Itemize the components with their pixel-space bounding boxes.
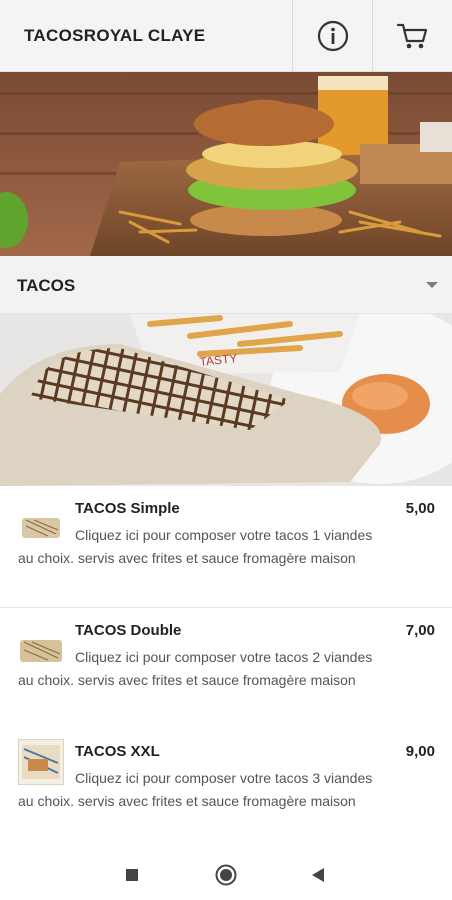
circle-icon (215, 864, 237, 886)
cart-button[interactable] (372, 0, 452, 72)
app-header: TACOSROYAL CLAYE (0, 0, 452, 72)
list-item[interactable]: TACOS Double 7,00 Cliquez ici pour compo… (0, 608, 452, 730)
recents-button[interactable] (120, 863, 144, 887)
list-item[interactable]: TACOS XXL 9,00 Cliquez ici pour composer… (0, 729, 452, 851)
item-description: Cliquez ici pour composer votre tacos 1 … (18, 527, 373, 566)
item-price: 9,00 (405, 743, 435, 760)
burger-hero-image (0, 72, 452, 256)
category-label: TACOS (17, 276, 76, 295)
triangle-back-icon (312, 868, 324, 882)
tacos-category-image: TASTY (0, 314, 452, 486)
item-description: Cliquez ici pour composer votre tacos 2 … (18, 649, 373, 688)
chevron-down-icon (426, 282, 438, 288)
item-price: 5,00 (405, 500, 435, 517)
item-name: TACOS Simple (75, 500, 180, 517)
square-icon (126, 869, 138, 881)
list-item[interactable]: TACOS Simple 5,00 Cliquez ici pour compo… (0, 486, 452, 608)
back-button[interactable] (306, 863, 330, 887)
info-icon (317, 20, 348, 52)
item-description: Cliquez ici pour composer votre tacos 3 … (18, 770, 373, 809)
item-price: 7,00 (405, 622, 435, 639)
info-button[interactable] (292, 0, 372, 72)
restaurant-title: TACOSROYAL CLAYE (24, 26, 206, 45)
system-navigation-bar (0, 850, 452, 900)
cart-icon (396, 23, 427, 49)
item-name: TACOS Double (75, 622, 182, 639)
home-button[interactable] (214, 863, 238, 887)
item-name: TACOS XXL (75, 743, 160, 760)
